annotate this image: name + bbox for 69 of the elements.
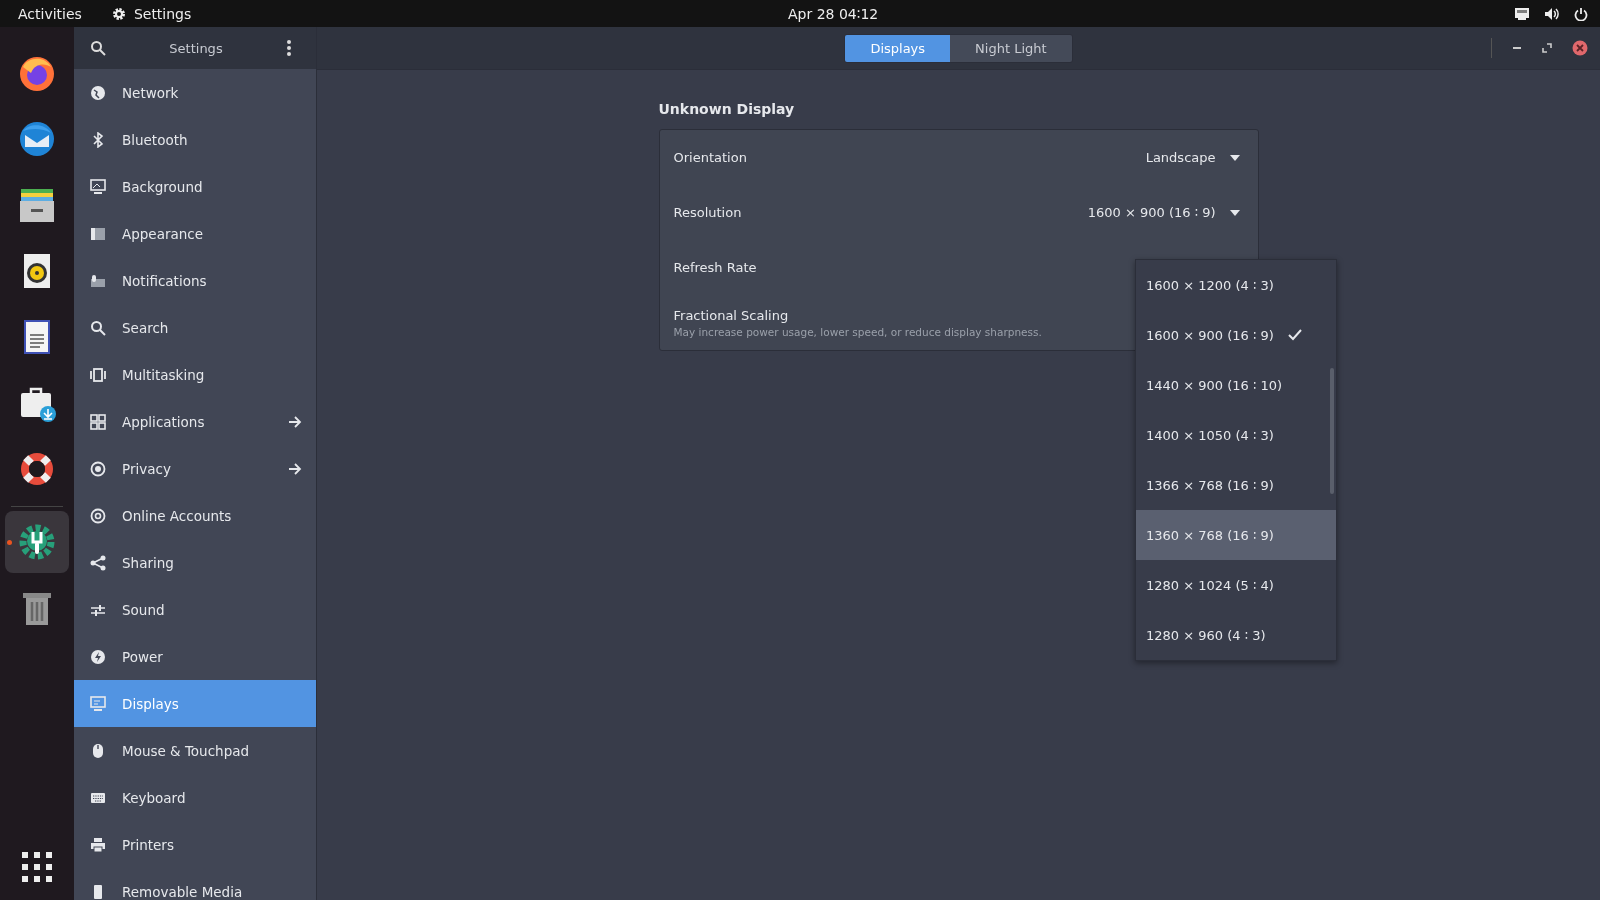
network-icon[interactable] — [1514, 6, 1530, 21]
activities-button[interactable]: Activities — [18, 5, 82, 22]
mouse-icon — [90, 742, 106, 759]
monitor-icon — [90, 695, 106, 712]
search-icon[interactable] — [90, 40, 106, 56]
sidebar-item[interactable]: Multitasking — [74, 351, 316, 398]
more-options-icon[interactable] — [286, 39, 292, 57]
sidebar-item[interactable]: Privacy — [74, 445, 316, 492]
gear-wrench-icon — [17, 522, 57, 562]
app-grid-icon[interactable] — [22, 852, 52, 882]
sidebar-item[interactable]: Sharing — [74, 539, 316, 586]
gear-icon — [111, 6, 126, 21]
menu-option[interactable]: 1600 × 900 (16 ∶ 9) — [1136, 310, 1336, 360]
menu-option[interactable]: 1366 × 768 (16 ∶ 9) — [1136, 460, 1336, 510]
sidebar-title: Settings — [169, 40, 223, 56]
sidebar-item[interactable]: Printers — [74, 821, 316, 868]
mail-icon — [17, 119, 57, 159]
dropdown[interactable]: 1600 × 900 (16 ∶ 9) — [1087, 205, 1244, 220]
windows-icon — [90, 366, 106, 383]
menu-option[interactable]: 1280 × 960 (4 ∶ 3) — [1136, 610, 1336, 660]
bolt-icon — [90, 648, 106, 665]
sidebar-item[interactable]: Appearance — [74, 210, 316, 257]
bell-icon — [90, 272, 106, 289]
sidebar-item[interactable]: Keyboard — [74, 774, 316, 821]
sidebar-item[interactable]: Mouse & Touchpad — [74, 727, 316, 774]
close-icon[interactable] — [1572, 40, 1588, 56]
at-sign-icon — [90, 507, 106, 524]
menu-option[interactable]: 1600 × 1200 (4 ∶ 3) — [1136, 260, 1336, 310]
setting-label: Resolution — [673, 205, 742, 220]
setting-description: May increase power usage, lower speed, or reduce display sharpness. — [673, 325, 1042, 338]
setting-label: Orientation — [673, 150, 747, 165]
app-menu[interactable]: Settings — [111, 5, 192, 22]
caret-icon — [1229, 209, 1240, 216]
share-icon — [90, 554, 106, 571]
sidebar-item[interactable]: Background — [74, 163, 316, 210]
sidebar-item[interactable]: Removable Media — [74, 868, 316, 900]
menu-option[interactable]: 1280 × 1024 (5 ∶ 4) — [1136, 560, 1336, 610]
caret-icon — [1229, 154, 1240, 161]
restore-icon[interactable] — [1542, 43, 1552, 53]
monitor-icon — [90, 178, 106, 195]
section-title: Unknown Display — [658, 101, 796, 117]
menu-option[interactable]: 1400 × 1050 (4 ∶ 3) — [1136, 410, 1336, 460]
panel-icon — [90, 225, 106, 242]
clock[interactable]: Apr 28 04∶12 — [788, 6, 879, 22]
setting-label: Fractional Scaling — [673, 307, 790, 323]
scrollbar[interactable] — [1330, 368, 1334, 494]
sidebar-item[interactable]: Notifications — [74, 257, 316, 304]
sidebar-item[interactable]: Online Accounts — [74, 492, 316, 539]
tab[interactable]: Night Light — [950, 34, 1072, 62]
running-indicator — [7, 540, 12, 545]
volume-icon[interactable] — [1544, 6, 1560, 21]
power-icon[interactable] — [1574, 6, 1588, 21]
menu-option[interactable]: 1440 × 900 (16 ∶ 10) — [1136, 360, 1336, 410]
dock-item[interactable] — [5, 511, 69, 573]
bluetooth-icon — [90, 131, 106, 148]
grid-icon — [90, 413, 106, 430]
sidebar-item[interactable]: Bluetooth — [74, 116, 316, 163]
sidebar-item[interactable]: Power — [74, 633, 316, 680]
printer-icon — [90, 836, 106, 853]
dropdown[interactable]: Landscape — [1145, 150, 1244, 165]
sidebar-item[interactable]: Applications — [74, 398, 316, 445]
sidebar-item[interactable]: Network — [74, 69, 316, 116]
search-icon — [90, 319, 106, 336]
sidebar-item[interactable]: Search — [74, 304, 316, 351]
menu-option[interactable]: 1360 × 768 (16 ∶ 9) — [1136, 510, 1336, 560]
setting-label: Refresh Rate — [673, 260, 757, 275]
target-icon — [90, 460, 106, 477]
sidebar-item[interactable]: Sound — [74, 586, 316, 633]
globe-icon — [90, 84, 106, 101]
